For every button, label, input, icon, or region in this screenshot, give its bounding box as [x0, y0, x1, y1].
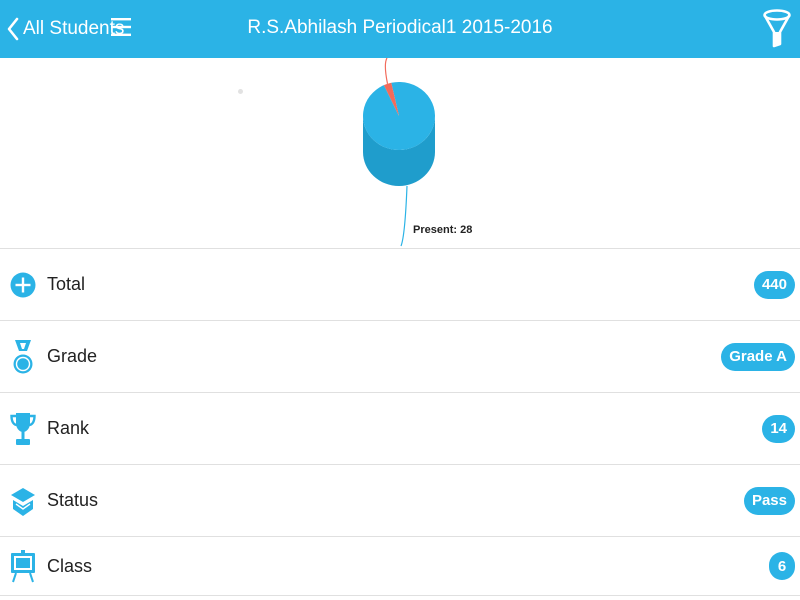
grade-value-badge: Grade A [721, 342, 795, 371]
grade-label: Grade [47, 346, 98, 366]
top-app-bar: All Students R.S.Abhilash Periodical1 20… [0, 0, 800, 58]
class-row[interactable]: Class 6 [0, 536, 800, 596]
chevron-left-icon [7, 17, 19, 41]
absent-leader-line [384, 58, 389, 84]
attendance-chart: Present: 28 [0, 58, 800, 248]
rank-value-badge: 14 [762, 414, 795, 443]
filter-icon[interactable] [762, 8, 792, 50]
total-label: Total [47, 274, 86, 294]
menu-icon[interactable] [110, 16, 132, 38]
medal-icon [10, 339, 36, 375]
class-label: Class [47, 555, 93, 576]
trophy-icon [10, 411, 36, 447]
attendance-pie-chart: Present: 28 [363, 58, 472, 247]
status-value-badge: Pass [743, 486, 795, 515]
present-data-label: Present: 28 [413, 224, 472, 236]
classroom-board-icon [10, 548, 36, 584]
total-row[interactable]: Total 440 [0, 248, 800, 320]
result-summary-list: Total 440 Grade Grade A Rank 14 Status P… [0, 248, 800, 596]
plus-circle-icon [10, 267, 36, 303]
rank-row[interactable]: Rank 14 [0, 392, 800, 464]
status-label: Status [47, 490, 99, 510]
present-leader-line [400, 185, 408, 247]
grade-row[interactable]: Grade Grade A [0, 320, 800, 392]
status-row[interactable]: Status Pass [0, 464, 800, 536]
total-value-badge: 440 [753, 270, 795, 299]
graduation-cap-icon [10, 483, 36, 519]
class-value-badge: 6 [769, 552, 795, 580]
back-button[interactable]: All Students [6, 12, 124, 46]
rank-label: Rank [47, 418, 90, 438]
